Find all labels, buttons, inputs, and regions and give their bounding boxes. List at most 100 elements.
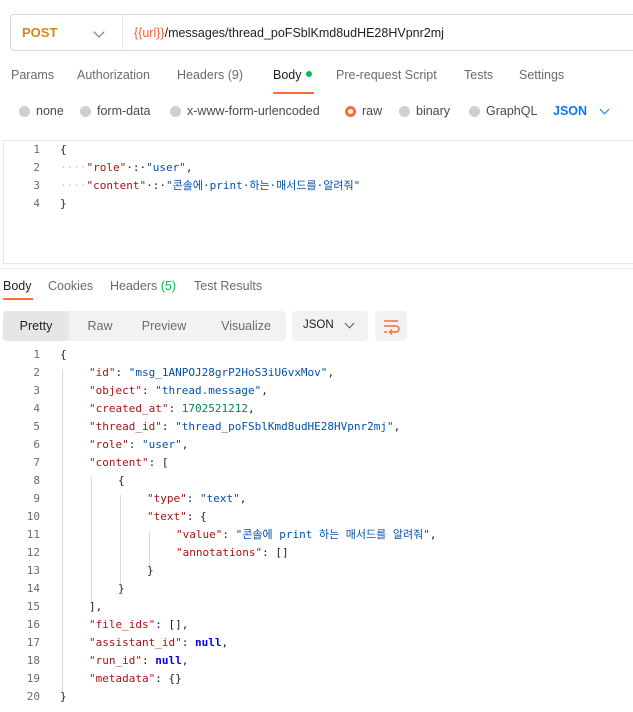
line-number: 4 <box>33 402 40 415</box>
response-line: 16 "file_ids": [], <box>0 616 633 634</box>
line-number: 5 <box>33 420 40 433</box>
radio-selected-icon <box>345 105 356 117</box>
line-number: 4 <box>33 197 40 210</box>
tab-headers[interactable]: Headers (9) <box>177 68 243 82</box>
url-input[interactable]: {{url}}/messages/thread_poFSblKmd8udHE28… <box>123 26 444 40</box>
response-line: 1{ <box>0 346 633 364</box>
code-text: { <box>118 474 125 487</box>
code-text: { <box>60 143 67 156</box>
method-select[interactable]: POST <box>11 15 123 50</box>
active-tab-indicator <box>273 92 314 94</box>
radio-label: form-data <box>97 104 151 118</box>
code-text: { <box>60 348 67 361</box>
view-visualize[interactable]: Visualize <box>207 311 285 341</box>
line-number: 17 <box>26 636 40 649</box>
radio-icon <box>19 105 30 117</box>
response-line: 17 "assistant_id": null, <box>0 634 633 652</box>
radio-icon <box>399 105 410 117</box>
response-line: 20} <box>0 688 633 706</box>
url-path: /messages/thread_poFSblKmd8udHE28HVpnr2m… <box>164 25 444 40</box>
line-number: 13 <box>26 564 40 577</box>
response-headers-label: Headers <box>110 279 161 293</box>
modified-dot-icon <box>305 71 312 77</box>
indent-guide <box>149 531 150 566</box>
line-number: 3 <box>33 179 40 192</box>
response-line: 12 "annotations": [] <box>0 544 633 562</box>
radio-binary[interactable]: binary <box>399 104 450 118</box>
code-text: "role": "user", <box>89 438 189 451</box>
code-text: "assistant_id": null, <box>89 636 229 649</box>
code-text: } <box>60 690 67 703</box>
code-text: "object": "thread.message", <box>89 384 268 397</box>
code-text: "value": "콘솔에 print 하는 매서드를 알려줘", <box>176 528 437 541</box>
code-text: ····"content"·:·"콘솔에·print·하는·매서드를·알려줘" <box>60 179 361 192</box>
code-text: "type": "text", <box>147 492 247 505</box>
wrap-lines-button[interactable] <box>375 311 407 341</box>
response-format-select[interactable]: JSON <box>292 311 368 341</box>
radio-raw[interactable]: raw <box>345 104 382 118</box>
radio-x-www-form-urlencoded[interactable]: x-www-form-urlencoded <box>170 104 320 118</box>
request-url-bar: POST {{url}}/messages/thread_poFSblKmd8u… <box>10 14 633 51</box>
line-number: 14 <box>26 582 40 595</box>
indent-guide <box>91 477 92 602</box>
line-number: 6 <box>33 438 40 451</box>
line-number: 1 <box>33 348 40 361</box>
radio-label: GraphQL <box>486 104 538 118</box>
line-number: 7 <box>33 456 40 469</box>
code-text: "content": [ <box>89 456 169 469</box>
response-tabs: Body Cookies Headers (5) Test Results <box>0 279 633 297</box>
line-number: 9 <box>33 492 40 505</box>
tab-response-headers[interactable]: Headers (5) <box>110 279 176 293</box>
code-text: "id": "msg_1ANPOJ28grP2HoS3iU6vxMov", <box>89 366 335 379</box>
tab-authorization[interactable]: Authorization <box>77 68 150 82</box>
code-text: "file_ids": [], <box>89 618 189 631</box>
radio-none[interactable]: none <box>19 104 64 118</box>
raw-format-select[interactable]: JSON <box>553 104 587 118</box>
code-text: ····"role"·:·"user", <box>60 161 193 174</box>
response-line: 4 "created_at": 1702521212, <box>0 400 633 418</box>
line-number: 8 <box>33 474 40 487</box>
response-line: 13} <box>0 562 633 580</box>
response-line: 6 "role": "user", <box>0 436 633 454</box>
tab-settings[interactable]: Settings <box>519 68 564 82</box>
wrap-lines-icon <box>384 320 400 336</box>
line-number: 18 <box>26 654 40 667</box>
active-tab-indicator <box>3 298 33 300</box>
response-line: 3 "object": "thread.message", <box>0 382 633 400</box>
request-line: 2 ····"role"·:·"user", <box>0 159 633 177</box>
pane-divider[interactable] <box>0 268 633 269</box>
tab-cookies[interactable]: Cookies <box>48 279 93 293</box>
indent-guide <box>120 495 121 584</box>
radio-label: x-www-form-urlencoded <box>187 104 320 118</box>
tab-pre-request-script[interactable]: Pre-request Script <box>336 68 437 82</box>
response-headers-count: (5) <box>160 279 177 293</box>
radio-form-data[interactable]: form-data <box>80 104 151 118</box>
view-raw[interactable]: Raw <box>69 311 131 341</box>
tab-test-results[interactable]: Test Results <box>194 279 262 293</box>
tab-body[interactable]: Body <box>273 68 312 82</box>
line-number: 10 <box>26 510 40 523</box>
code-text: "text": { <box>147 510 207 523</box>
body-type-radios: none form-data x-www-form-urlencoded raw… <box>0 104 633 122</box>
request-tabs: Params Authorization Headers (9) Body Pr… <box>0 68 633 86</box>
code-text: "thread_id": "thread_poFSblKmd8udHE28HVp… <box>89 420 401 433</box>
tab-tests[interactable]: Tests <box>464 68 493 82</box>
view-pretty[interactable]: Pretty <box>3 311 69 341</box>
tab-response-body[interactable]: Body <box>3 279 32 293</box>
code-text: "run_id": null, <box>89 654 189 667</box>
indent-guide <box>62 369 63 692</box>
code-text: "created_at": 1702521212, <box>89 402 255 415</box>
response-line: 10 "text": { <box>0 508 633 526</box>
response-line: 15], <box>0 598 633 616</box>
response-line: 5 "thread_id": "thread_poFSblKmd8udHE28HV… <box>0 418 633 436</box>
code-text: "metadata": {} <box>89 672 182 685</box>
response-format-label: JSON <box>303 319 334 331</box>
tab-params[interactable]: Params <box>11 68 54 82</box>
line-number: 15 <box>26 600 40 613</box>
view-preview[interactable]: Preview <box>131 311 197 341</box>
radio-graphql[interactable]: GraphQL <box>469 104 537 118</box>
response-line: 14} <box>0 580 633 598</box>
response-line: 18 "run_id": null, <box>0 652 633 670</box>
radio-label: none <box>36 104 64 118</box>
radio-icon <box>469 105 480 117</box>
